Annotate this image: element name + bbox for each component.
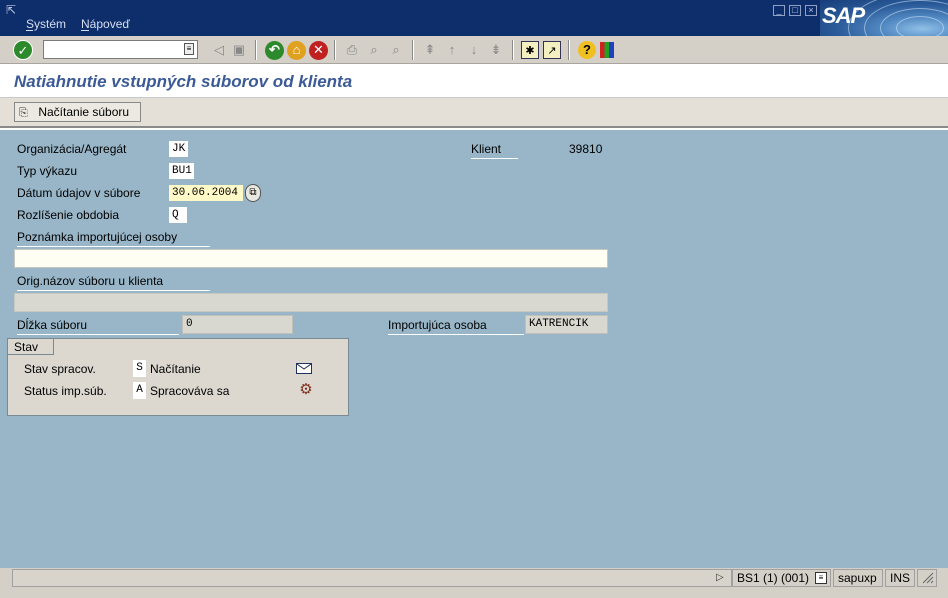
toolbar-separator [255,40,257,60]
sap-logo: SAP [820,0,948,36]
menu-bar: ⇱ Systém Nápoveď _ □ × [0,0,948,36]
command-field[interactable] [43,40,198,59]
menu-help[interactable]: Nápoveď [81,17,130,31]
dropdown-history-icon[interactable]: ≡ [184,43,194,55]
importer-note-field[interactable] [14,249,608,268]
system-menu-icon[interactable]: ⇱ [6,4,20,16]
processing-status-label: Stav spracov. [24,362,96,376]
shortcut-icon[interactable]: ↗ [543,41,561,59]
orig-filename-field [14,293,608,312]
resize-grip-icon [917,569,937,587]
load-file-button[interactable]: ⎘ Načítanie súboru [14,102,141,122]
gears-icon: ⚙ [299,381,313,398]
processing-status-code: S [133,360,146,377]
importer-note-label: Poznámka importujúcej osoby [17,228,210,247]
client-label: Klient [471,140,518,159]
menu-help-accel-underline [81,30,89,31]
status-group-title: Stav [8,339,54,355]
help-icon[interactable]: ? [578,41,596,59]
server-cell: sapuxp [833,569,883,587]
new-session-icon[interactable]: ✱ [521,41,539,59]
sap-logo-text: SAP [822,3,865,28]
menu-system-accel-underline [26,30,33,31]
next-page-icon[interactable]: ↓ [465,41,483,59]
upload-file-icon: ⎘ [19,107,28,119]
processing-status-text: Načítanie [150,362,201,376]
insert-mode-cell: INS [885,569,915,587]
expand-status-icon[interactable]: ▷ [716,572,726,584]
calendar-help-icon[interactable]: ⧉ [245,184,261,202]
system-info-text: BS1 (1) (001) [737,571,810,585]
save-icon[interactable]: ▣ [230,41,248,59]
file-size-label: Dĺžka súboru [17,316,179,335]
toolbar-separator [512,40,514,60]
menu-help-label: Nápoveď [81,17,130,31]
back-arrow-icon[interactable]: ◁ [210,41,228,59]
system-info-cell: BS1 (1) (001) ≡ [732,569,831,587]
maximize-icon[interactable]: □ [789,5,801,16]
close-icon[interactable]: × [805,5,817,16]
envelope-icon [296,363,312,374]
find-next-icon[interactable]: ⌕ [387,41,405,59]
first-page-icon[interactable]: ⇞ [421,41,439,59]
load-file-button-label: Načítanie súboru [38,105,130,119]
system-info-icon[interactable]: ≡ [815,572,827,584]
orig-filename-label: Orig.názov súboru u klienta [17,272,210,291]
period-field[interactable]: Q [168,206,188,224]
toolbar-separator [568,40,570,60]
find-icon[interactable]: ⌕ [365,41,383,59]
page-title: Natiahnutie vstupných súborov od klienta [14,72,353,91]
data-date-field[interactable]: 30.06.2004 [168,184,244,202]
client-value: 39810 [569,142,603,156]
exit-icon[interactable]: ⌂ [287,41,306,60]
import-status-label: Status imp.súb. [24,384,107,398]
toolbar-separator [412,40,414,60]
org-field[interactable]: JK [168,140,189,158]
report-type-field[interactable]: BU1 [168,162,195,180]
importer-label: Importujúca osoba [388,316,524,335]
application-toolbar [0,98,948,128]
layout-icon[interactable] [600,42,614,58]
toolbar-separator [334,40,336,60]
import-status-code: A [133,382,146,399]
status-message-area [12,569,732,587]
file-size-field: 0 [182,315,293,334]
cancel-icon[interactable]: ✕ [309,41,328,60]
last-page-icon[interactable]: ⇟ [487,41,505,59]
minimize-icon[interactable]: _ [773,5,785,16]
check-icon[interactable]: ✓ [13,40,33,60]
back-icon[interactable]: ↶ [265,41,284,60]
print-icon[interactable]: ⎙ [343,41,361,59]
report-type-label: Typ výkazu [17,164,78,178]
menu-system[interactable]: Systém [26,17,66,31]
prev-page-icon[interactable]: ↑ [443,41,461,59]
org-label: Organizácia/Agregát [17,142,127,156]
import-status-text: Spracováva sa [150,384,230,398]
data-date-label: Dátum údajov v súbore [17,186,141,200]
menu-system-label: Systém [26,17,67,31]
period-label: Rozlíšenie obdobia [17,208,120,222]
importer-field: KATRENCIK [525,315,608,334]
